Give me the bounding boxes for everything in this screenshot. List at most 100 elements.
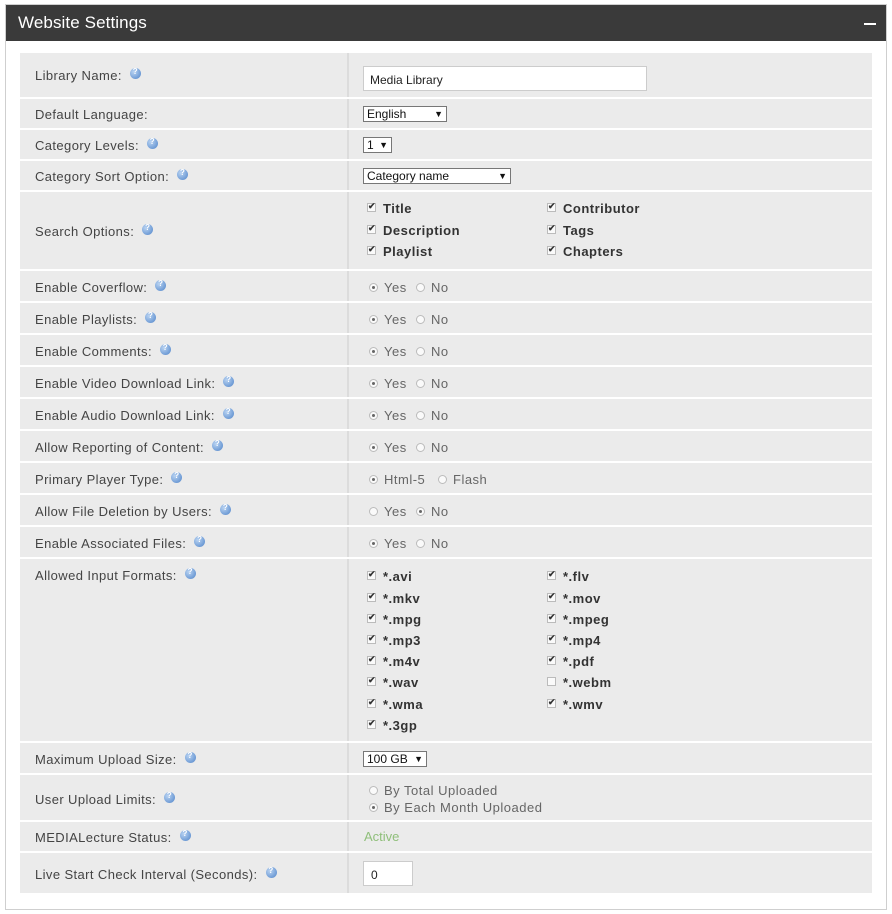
checkbox[interactable] [547,223,556,234]
search-option-playlist[interactable]: Playlist [367,244,433,259]
help-icon[interactable] [179,829,191,841]
help-icon[interactable] [155,279,167,291]
search-option-chapters[interactable]: Chapters [547,244,623,259]
status-badge: Active [364,829,400,844]
search-option-description[interactable]: Description [367,223,460,238]
format-mov[interactable]: *.mov [547,591,601,606]
format-webm[interactable]: *.webm [547,675,612,690]
help-icon[interactable] [212,439,224,451]
upload-limits-label: User Upload Limits: [35,792,157,807]
row-input-formats: Allowed Input Formats: *.avi *.flv *.mkv… [20,559,872,741]
video-download-yes-radio[interactable]: Yes [369,376,407,391]
audio-download-yes-radio[interactable]: Yes [369,408,407,423]
video-download-no-radio[interactable]: No [416,376,449,391]
format-wma[interactable]: *.wma [367,697,423,712]
playlists-label: Enable Playlists: [35,312,138,327]
format-mkv[interactable]: *.mkv [367,591,420,606]
category-levels-select[interactable]: 1 ▼ [363,137,392,153]
max-upload-select[interactable]: 100 GB ▼ [363,751,427,767]
help-icon[interactable] [220,503,232,515]
player-type-label: Primary Player Type: [35,472,164,487]
reporting-no-radio[interactable]: No [416,440,449,455]
coverflow-label: Enable Coverflow: [35,280,148,295]
row-live-check: Live Start Check Interval (Seconds): 0 [20,853,872,893]
panel-title: Website Settings [18,13,147,32]
file-deletion-yes-radio[interactable]: Yes [369,504,407,519]
max-upload-label: Maximum Upload Size: [35,752,177,767]
help-icon[interactable] [164,791,176,803]
player-html5-radio[interactable]: Html-5 [369,472,425,487]
reporting-yes-radio[interactable]: Yes [369,440,407,455]
row-reporting: Allow Reporting of Content: Yes No [20,431,872,461]
audio-download-no-radio[interactable]: No [416,408,449,423]
format-pdf[interactable]: *.pdf [547,654,594,669]
row-associated-files: Enable Associated Files: Yes No [20,527,872,557]
category-sort-select[interactable]: Category name ▼ [363,168,511,184]
coverflow-no-radio[interactable]: No [416,280,449,295]
limit-month-radio[interactable]: By Each Month Uploaded [369,800,542,815]
associated-files-label: Enable Associated Files: [35,536,187,551]
panel-header: Website Settings [6,5,886,41]
default-language-label: Default Language: [35,107,149,122]
playlists-yes-radio[interactable]: Yes [369,312,407,327]
collapse-icon[interactable] [862,14,878,30]
format-mp4[interactable]: *.mp4 [547,633,601,648]
file-deletion-no-radio[interactable]: No [416,504,449,519]
checkbox[interactable] [547,201,556,212]
search-option-title[interactable]: Title [367,201,412,216]
associated-files-yes-radio[interactable]: Yes [369,536,407,551]
help-icon[interactable] [265,866,277,878]
coverflow-yes-radio[interactable]: Yes [369,280,407,295]
help-icon[interactable] [145,311,157,323]
language-select[interactable]: English ▼ [363,106,447,122]
help-icon[interactable] [184,751,196,763]
playlists-no-radio[interactable]: No [416,312,449,327]
comments-no-radio[interactable]: No [416,344,449,359]
format-wmv[interactable]: *.wmv [547,697,603,712]
help-icon[interactable] [159,343,171,355]
audio-download-label: Enable Audio Download Link: [35,408,215,423]
row-library-name: Library Name: Media Library [20,53,872,97]
help-icon[interactable] [184,567,196,579]
input-formats-label: Allowed Input Formats: [35,568,177,583]
format-mpg[interactable]: *.mpg [367,612,422,627]
checkbox[interactable] [367,244,376,255]
format-avi[interactable]: *.avi [367,569,412,584]
live-check-input[interactable]: 0 [363,861,413,886]
comments-yes-radio[interactable]: Yes [369,344,407,359]
format-flv[interactable]: *.flv [547,569,589,584]
library-name-input[interactable]: Media Library [363,66,647,91]
search-option-contributor[interactable]: Contributor [547,201,640,216]
format-mpeg[interactable]: *.mpeg [547,612,609,627]
help-icon[interactable] [171,471,183,483]
search-option-tags[interactable]: Tags [547,223,594,238]
help-icon[interactable] [194,535,206,547]
limit-total-radio[interactable]: By Total Uploaded [369,783,498,798]
category-sort-label: Category Sort Option: [35,169,170,184]
video-download-label: Enable Video Download Link: [35,376,216,391]
help-icon[interactable] [177,168,189,180]
associated-files-no-radio[interactable]: No [416,536,449,551]
help-icon[interactable] [129,67,141,79]
checkbox[interactable] [367,223,376,234]
help-icon[interactable] [222,407,234,419]
format-mp3[interactable]: *.mp3 [367,633,421,648]
row-default-language: Default Language: English ▼ [20,99,872,128]
search-options-label: Search Options: [35,224,135,239]
format-m4v[interactable]: *.m4v [367,654,420,669]
help-icon[interactable] [142,223,154,235]
format-3gp[interactable]: *.3gp [367,718,417,733]
help-icon[interactable] [146,137,158,149]
format-wav[interactable]: *.wav [367,675,419,690]
dropdown-arrow-icon: ▼ [379,140,388,150]
player-flash-radio[interactable]: Flash [438,472,487,487]
comments-label: Enable Comments: [35,344,152,359]
row-search-options: Search Options: Title Contributor Descri… [20,192,872,269]
help-icon[interactable] [223,375,235,387]
library-name-label: Library Name: [35,68,122,83]
row-comments: Enable Comments: Yes No [20,335,872,365]
checkbox[interactable] [547,244,556,255]
row-audio-download: Enable Audio Download Link: Yes No [20,399,872,429]
row-playlists: Enable Playlists: Yes No [20,303,872,333]
checkbox[interactable] [367,201,376,212]
